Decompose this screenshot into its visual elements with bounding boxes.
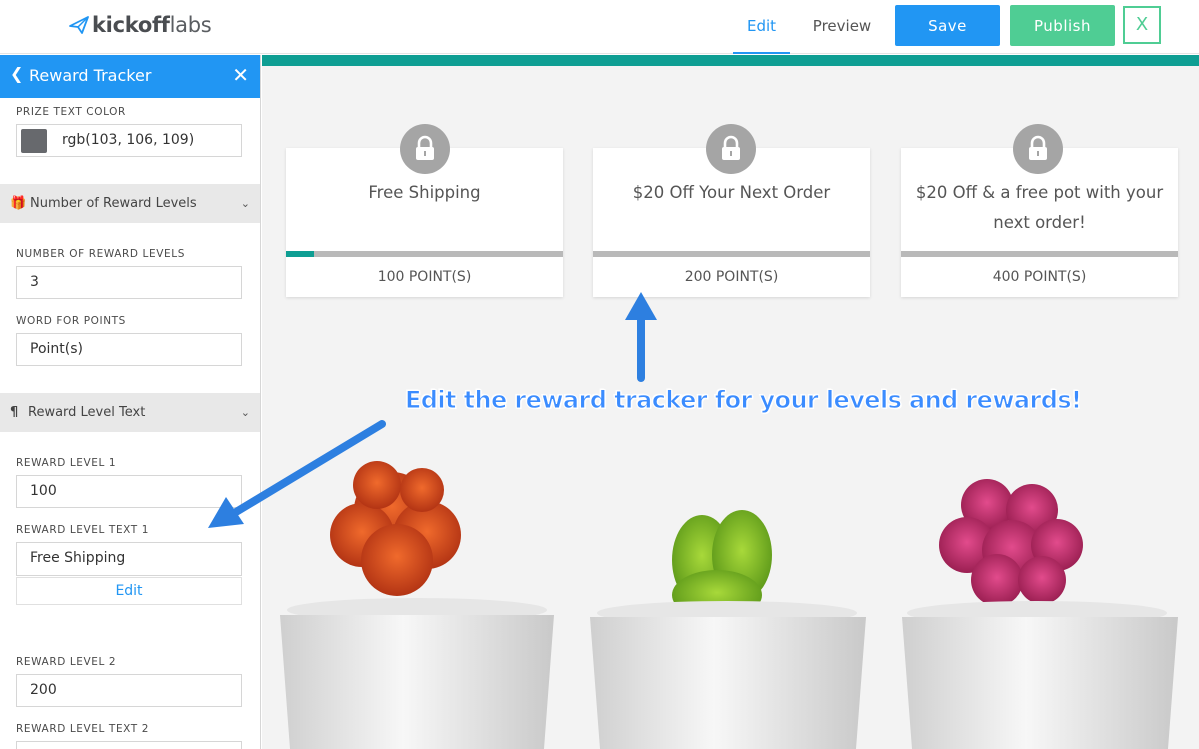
reward-level-text-2-label: REWARD LEVEL TEXT 2 (16, 723, 150, 735)
edit-reward-text-button[interactable]: Edit (16, 577, 242, 605)
section-reward-level-text[interactable]: ¶ Reward Level Text ⌄ (0, 393, 260, 432)
reward-level-text-1-input[interactable]: Free Shipping (16, 542, 242, 576)
chevron-left-icon[interactable]: ❮ (10, 64, 23, 83)
number-of-levels-input[interactable]: 3 (16, 266, 242, 299)
tab-edit[interactable]: Edit (733, 0, 790, 54)
theme-top-bar (262, 55, 1199, 66)
reward-level-1-input[interactable]: 100 (16, 475, 242, 508)
publish-button[interactable]: Publish (1010, 5, 1115, 46)
chevron-down-icon: ⌄ (240, 406, 250, 419)
chevron-down-icon: ⌄ (240, 197, 250, 210)
reward-level-text-1-label: REWARD LEVEL TEXT 1 (16, 524, 150, 536)
reward-level-1-label: REWARD LEVEL 1 (16, 457, 117, 469)
logo-bold-text: kickoff (92, 13, 170, 37)
reward-title: $20 Off Your Next Order (632, 183, 831, 202)
reward-level-text-2-input[interactable] (16, 741, 242, 749)
save-button[interactable]: Save (895, 5, 1000, 46)
annotation-callout: Edit the reward tracker for your levels … (404, 386, 1082, 415)
color-swatch[interactable] (21, 129, 47, 153)
tab-preview[interactable]: Preview (808, 0, 876, 54)
reward-level-2-input[interactable]: 200 (16, 674, 242, 707)
number-of-levels-label: NUMBER OF REWARD LEVELS (16, 248, 185, 260)
close-editor-button[interactable]: X (1123, 6, 1161, 44)
prize-text-color-field[interactable]: rgb(103, 106, 109) (16, 124, 242, 157)
kickofflabs-logo[interactable]: kickofflabs (68, 11, 212, 39)
section-title: Reward Level Text (28, 405, 146, 420)
sidebar-title: Reward Tracker (29, 66, 152, 85)
reward-title: Free Shipping (368, 183, 481, 202)
gift-icon: 🎁 (10, 196, 27, 211)
reward-title: $20 Off & a free pot with your next orde… (915, 183, 1164, 232)
reward-points: 200 POINT(S) (684, 269, 779, 285)
top-bar: kickofflabs Edit Preview Save Publish X (0, 0, 1199, 54)
word-for-points-label: WORD FOR POINTS (16, 315, 126, 327)
logo-light-text: labs (169, 13, 212, 37)
pilcrow-icon: ¶ (10, 405, 19, 420)
close-icon[interactable]: ✕ (232, 63, 249, 87)
reward-points: 400 POINT(S) (992, 269, 1087, 285)
lock-icon (706, 124, 756, 174)
section-number-of-reward-levels[interactable]: 🎁 Number of Reward Levels ⌄ (0, 184, 260, 223)
lock-icon (1013, 124, 1063, 174)
reward-points: 100 POINT(S) (377, 269, 472, 285)
reward-level-2-label: REWARD LEVEL 2 (16, 656, 117, 668)
section-title: Number of Reward Levels (30, 196, 197, 211)
prize-text-color-value: rgb(103, 106, 109) (62, 132, 195, 148)
lock-icon (400, 124, 450, 174)
word-for-points-input[interactable]: Point(s) (16, 333, 242, 366)
settings-sidebar: ❮ Reward Tracker ✕ PRIZE TEXT COLOR rgb(… (0, 55, 261, 749)
paper-plane-icon (69, 16, 89, 34)
prize-text-color-label: PRIZE TEXT COLOR (16, 106, 126, 118)
sidebar-header: ❮ Reward Tracker ✕ (0, 55, 260, 98)
